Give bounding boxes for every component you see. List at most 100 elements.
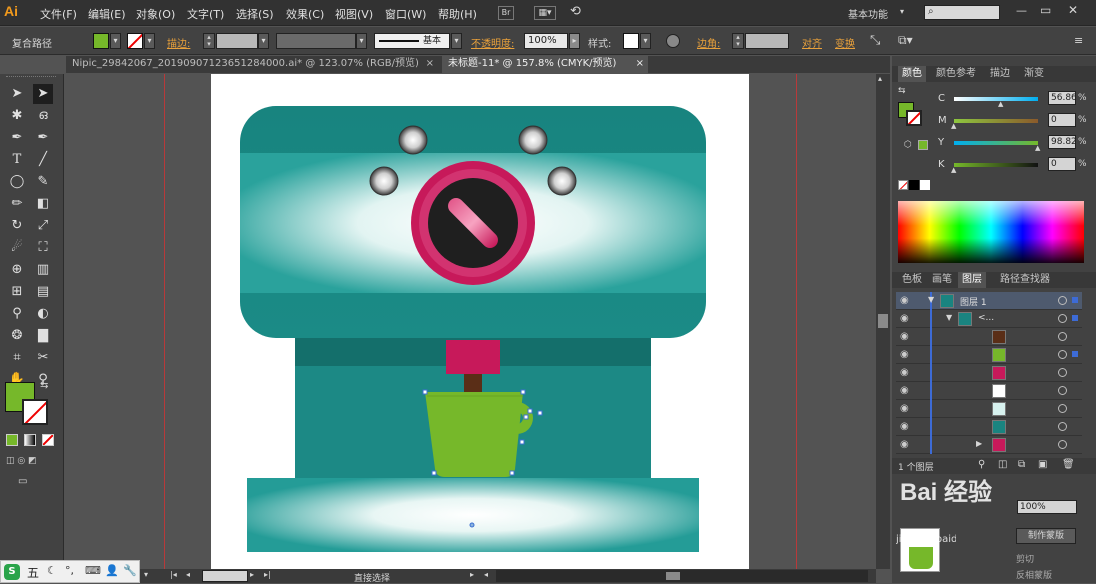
paintbrush-icon[interactable]: ✎ [33, 172, 53, 192]
tab-gradient[interactable]: 渐变 [1020, 66, 1048, 82]
free-transform-icon[interactable]: ⛶ [33, 238, 53, 258]
chevron-down-icon[interactable]: ▾ [900, 7, 904, 16]
graphic-style-dropdown[interactable]: ▾ [640, 33, 651, 49]
stroke-label[interactable]: 描边: [167, 35, 190, 50]
make-mask-button[interactable]: 制作蒙版 [1016, 528, 1076, 544]
opacity-dropdown[interactable]: ▸ [569, 33, 580, 49]
lasso-icon[interactable]: ഒ [33, 106, 53, 126]
color-mode-icon[interactable] [6, 434, 18, 446]
variable-width-profile[interactable] [276, 33, 356, 49]
locate-object-icon[interactable]: ⚲ [978, 459, 985, 470]
arrange-docs-icon[interactable]: ▦▾ [534, 6, 556, 20]
layer-row[interactable]: ◉ [896, 400, 1082, 418]
corner-label[interactable]: 边角: [697, 35, 720, 50]
yellow-value[interactable]: 98.82 [1048, 135, 1077, 149]
layer-row[interactable]: ◉ ▼ 图层 1 [896, 292, 1082, 310]
knob[interactable] [518, 125, 548, 155]
last-artboard-icon[interactable]: ▸| [264, 570, 271, 579]
gradient-mode-icon[interactable] [24, 434, 36, 446]
brush-dropdown[interactable]: ▾ [451, 33, 462, 49]
tab-color[interactable]: 颜色 [898, 66, 926, 82]
clipping-mask-icon[interactable]: ◫ [998, 459, 1007, 470]
gpu-performance-icon[interactable]: ⟲ [570, 4, 590, 22]
ime-mode-label[interactable]: 五 [27, 564, 39, 581]
gradient-icon[interactable]: ▤ [33, 282, 53, 302]
column-graph-icon[interactable]: ▇ [33, 326, 53, 346]
target-circle-icon[interactable] [1058, 440, 1067, 449]
warp-icon[interactable]: ☄ [7, 238, 27, 258]
control-menu-icon[interactable]: ≡ [1074, 34, 1083, 47]
canvas-area[interactable] [66, 74, 876, 569]
isolate-icon[interactable]: ⤡ [870, 33, 880, 48]
visibility-eye-icon[interactable]: ◉ [900, 349, 912, 361]
layer-row[interactable]: ◉ [896, 364, 1082, 382]
tab-layers[interactable]: 图层 [958, 272, 986, 288]
rotate-icon[interactable]: ↻ [7, 216, 27, 236]
knob[interactable] [547, 166, 577, 196]
layer-row[interactable]: ◉ [896, 328, 1082, 346]
perspective-icon[interactable]: ▥ [33, 260, 53, 280]
new-sublayer-icon[interactable]: ⧉ [1018, 459, 1025, 470]
align-link[interactable]: 对齐 [802, 35, 822, 50]
corner-input[interactable] [745, 33, 789, 49]
knob[interactable] [398, 125, 428, 155]
swap-colors-icon[interactable]: ⇆ [40, 380, 48, 391]
ime-logo-icon[interactable]: S [4, 564, 20, 580]
layer-name[interactable]: 图层 1 [960, 295, 987, 308]
recolor-artwork-icon[interactable] [666, 34, 680, 48]
new-layer-icon[interactable]: ▣ [1038, 459, 1047, 470]
visibility-eye-icon[interactable]: ◉ [900, 367, 912, 379]
artboard[interactable] [211, 74, 749, 569]
machine-base[interactable] [247, 478, 699, 552]
stroke-swatch[interactable] [127, 33, 143, 49]
delete-layer-icon[interactable]: 🗑 [1062, 459, 1075, 470]
cyan-slider[interactable] [954, 97, 1038, 101]
spout[interactable] [446, 340, 500, 374]
tab-color-guide[interactable]: 颜色参考 [932, 66, 980, 82]
visibility-eye-icon[interactable]: ◉ [900, 403, 912, 415]
menu-select[interactable]: 选择(S) [236, 6, 274, 22]
target-circle-icon[interactable] [1058, 296, 1067, 305]
visibility-eye-icon[interactable]: ◉ [900, 385, 912, 397]
layer-row[interactable]: ◉ [896, 418, 1082, 436]
select-similar-icon[interactable]: ⧉▾ [898, 33, 913, 48]
black-slider[interactable] [954, 163, 1038, 167]
scale-icon[interactable]: ⤢ [33, 216, 53, 236]
shape-builder-icon[interactable]: ⊕ [7, 260, 27, 280]
tab-untitled-11[interactable]: 未标题-11* @ 157.8% (CMYK/预览) × [442, 56, 648, 73]
visibility-eye-icon[interactable]: ◉ [900, 331, 912, 343]
eyedropper-icon[interactable]: ⚲ [7, 304, 27, 324]
magic-wand-icon[interactable]: ✱ [7, 106, 27, 126]
close-tab-icon[interactable]: × [636, 56, 644, 72]
magenta-value[interactable]: 0 [1048, 113, 1076, 127]
tab-nipic[interactable]: Nipic_29842067_20190907123651284000.ai* … [66, 56, 438, 73]
target-circle-icon[interactable] [1058, 332, 1067, 341]
invert-mask-checkbox[interactable]: 反相蒙版 [1016, 568, 1052, 581]
draw-mode-icons[interactable]: ◫ ◎ ◩ [6, 456, 56, 470]
layer-row[interactable]: ◉ ▼ <... [896, 310, 1082, 328]
none-swatch[interactable] [898, 180, 908, 190]
bridge-icon[interactable]: Br [498, 6, 514, 20]
expand-arrow-icon[interactable]: ▶ [976, 439, 982, 448]
close-tab-icon[interactable]: × [426, 56, 434, 72]
menu-file[interactable]: 文件(F) [40, 6, 77, 22]
vertical-scrollbar[interactable]: ▴ [876, 74, 890, 569]
coffee-stream[interactable] [464, 374, 482, 392]
zoom-chevron-icon[interactable]: ▾ [144, 570, 148, 579]
target-circle-icon[interactable] [1058, 404, 1067, 413]
stroke-weight-dropdown[interactable]: ▾ [258, 33, 269, 49]
layer-row[interactable]: ◉ ▶ [896, 436, 1082, 454]
corner-stepper[interactable]: ▴ ▾ [732, 33, 744, 49]
visibility-eye-icon[interactable]: ◉ [900, 421, 912, 433]
mesh-icon[interactable]: ⊞ [7, 282, 27, 302]
symbol-sprayer-icon[interactable]: ❂ [7, 326, 27, 346]
opacity-input[interactable]: 100% [524, 33, 568, 49]
stroke-color-swatch[interactable] [22, 399, 48, 425]
blend-icon[interactable]: ◐ [33, 304, 53, 324]
graphic-style-swatch[interactable] [623, 33, 639, 49]
visibility-eye-icon[interactable]: ◉ [900, 439, 912, 451]
menu-window[interactable]: 窗口(W) [385, 6, 426, 22]
target-circle-icon[interactable] [1058, 350, 1067, 359]
default-colors-icon[interactable]: ⇆ [898, 86, 906, 96]
black-value[interactable]: 0 [1048, 157, 1076, 171]
